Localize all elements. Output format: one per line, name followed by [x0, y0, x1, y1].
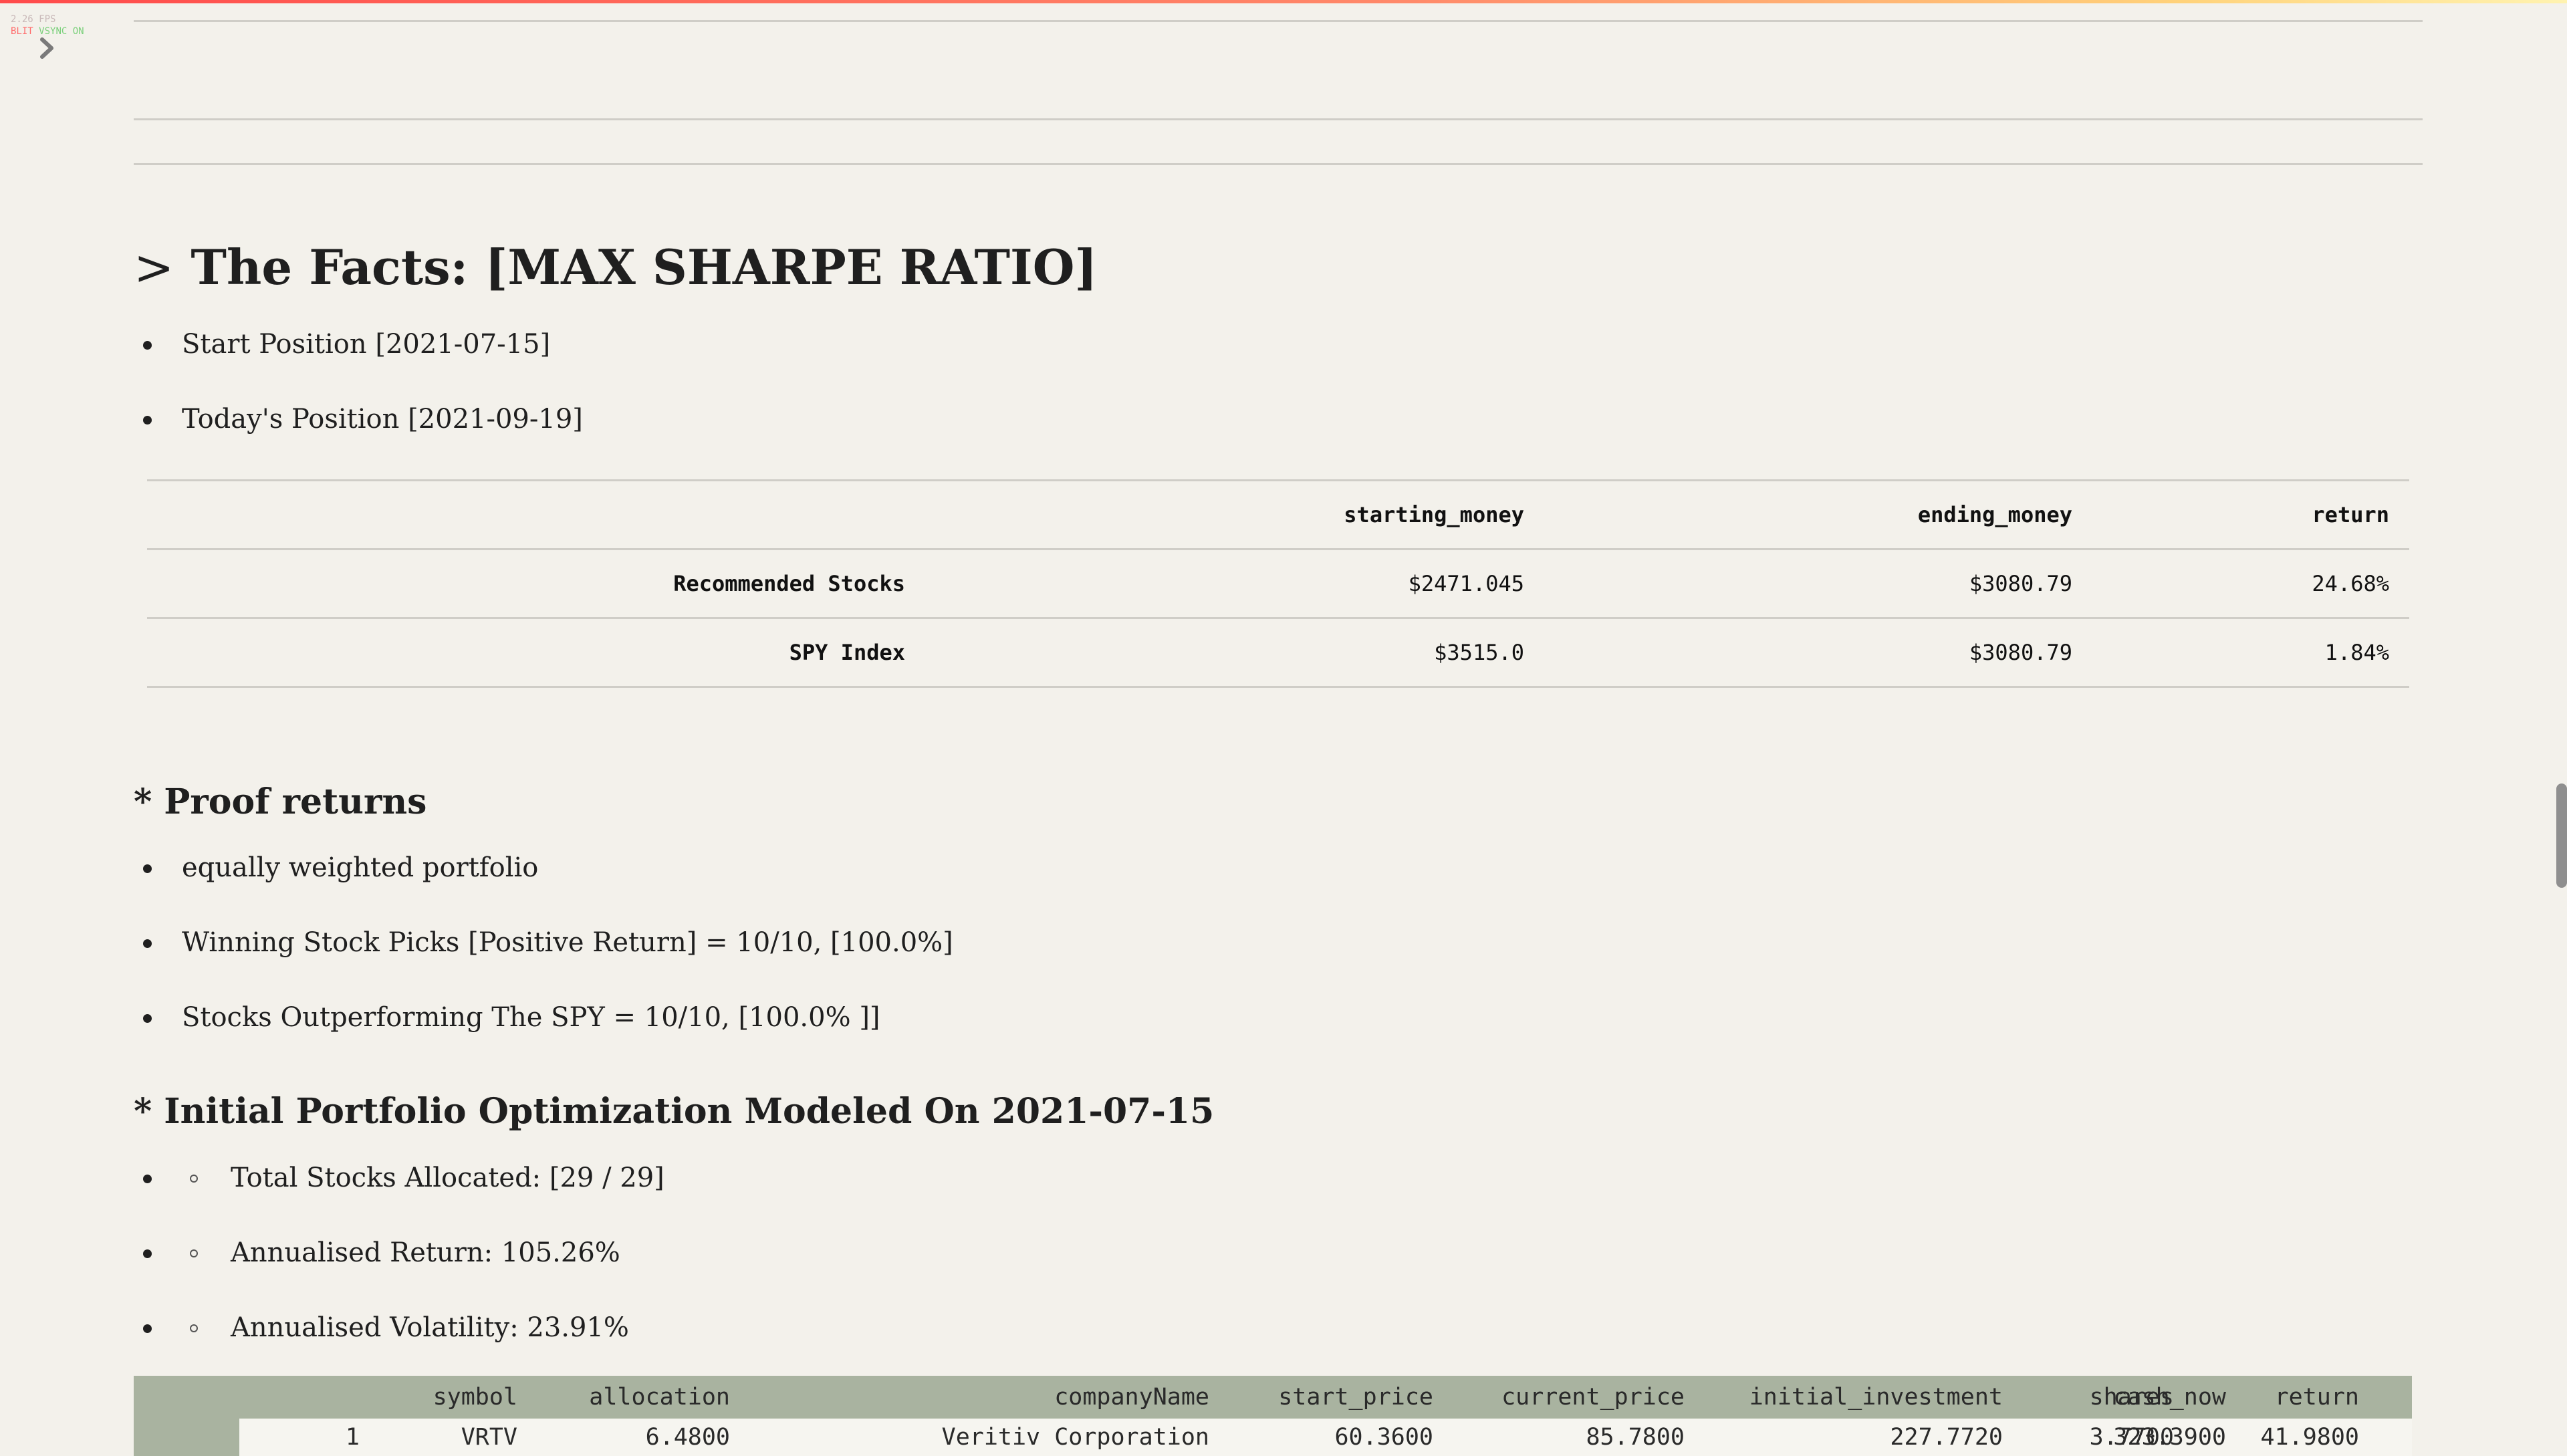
list-item: Today's Position [2021-09-19] — [134, 398, 583, 473]
table-cell[interactable]: 85.7800 — [1586, 1424, 1685, 1451]
dataframe-header: symbol allocation companyName start_pric… — [134, 1376, 2412, 1419]
heading-prefix: > — [134, 239, 174, 295]
circle-bullet-icon — [190, 1249, 198, 1257]
column-header[interactable]: start_price — [1278, 1384, 1433, 1411]
table-cell: $3080.79 — [1544, 618, 2092, 688]
table-cell[interactable]: VRTV — [461, 1424, 517, 1451]
list-item: Stocks Outperforming The SPY = 10/10, [1… — [134, 996, 953, 1071]
column-header[interactable]: cash_now — [2113, 1384, 2226, 1411]
optimization-bullet-list: Total Stocks Allocated: [29 / 29] Annual… — [134, 1157, 664, 1381]
row-label: SPY Index — [147, 618, 925, 688]
table-cell[interactable]: 323.3900 — [2113, 1424, 2226, 1451]
table-cell: $3515.0 — [925, 618, 1544, 688]
list-item-text: Annualised Volatility: 23.91% — [231, 1312, 629, 1343]
column-header: return — [2092, 479, 2409, 550]
top-accent-bar — [0, 0, 2567, 3]
list-item: Total Stocks Allocated: [29 / 29] — [134, 1157, 664, 1231]
column-header: ending_money — [1544, 479, 2092, 550]
fps-readout: 2.26 FPS — [11, 14, 56, 25]
table-row: SPY Index $3515.0 $3080.79 1.84% — [147, 618, 2409, 688]
list-item: Winning Stock Picks [Positive Return] = … — [134, 921, 953, 996]
row-index: 1 — [345, 1424, 360, 1451]
fps-overlay: 2.26 FPS BLIT VSYNC ON — [11, 13, 84, 37]
optimization-heading: * Initial Portfolio Optimization Modeled… — [134, 1091, 1215, 1132]
table-header-blank — [147, 479, 925, 550]
list-item: equally weighted portfolio — [134, 846, 953, 921]
circle-bullet-icon — [190, 1175, 198, 1183]
divider — [134, 20, 2423, 22]
list-item-text: Total Stocks Allocated: [29 / 29] — [231, 1163, 664, 1193]
portfolio-dataframe[interactable]: symbol allocation companyName start_pric… — [134, 1376, 2412, 1456]
sidebar-expand-button[interactable] — [33, 35, 60, 62]
table-cell: 1.84% — [2092, 618, 2409, 688]
table-cell[interactable]: 60.3600 — [1334, 1424, 1433, 1451]
heading-text: The Facts: [MAX SHARPE RATIO] — [191, 239, 1098, 295]
table-cell[interactable]: 227.7720 — [1890, 1424, 2003, 1451]
column-header[interactable]: return — [2275, 1384, 2359, 1411]
facts-heading: > The Facts: [MAX SHARPE RATIO] — [134, 235, 1098, 299]
list-item: Annualised Volatility: 23.91% — [134, 1306, 664, 1381]
proof-bullet-list: equally weighted portfolio Winning Stock… — [134, 846, 953, 1071]
row-label: Recommended Stocks — [147, 549, 925, 619]
dataframe-index-column — [134, 1419, 239, 1456]
circle-bullet-icon — [190, 1324, 198, 1332]
list-item: Start Position [2021-07-15] — [134, 323, 583, 398]
column-header: starting_money — [925, 479, 1544, 550]
table-cell[interactable]: 41.9800 — [2260, 1424, 2359, 1451]
facts-bullet-list: Start Position [2021-07-15] Today's Posi… — [134, 323, 583, 473]
table-cell[interactable]: 6.4800 — [646, 1424, 730, 1451]
table-header-row: starting_money ending_money return — [147, 479, 2409, 550]
divider — [134, 118, 2423, 120]
column-header[interactable]: allocation — [589, 1384, 730, 1411]
column-header[interactable]: initial_investment — [1749, 1384, 2003, 1411]
table-cell: $2471.045 — [925, 549, 1544, 619]
column-header[interactable]: current_price — [1501, 1384, 1685, 1411]
proof-returns-heading: * Proof returns — [134, 781, 427, 822]
table-cell: $3080.79 — [1544, 549, 2092, 619]
divider — [134, 163, 2423, 165]
list-item: Annualised Return: 105.26% — [134, 1231, 664, 1306]
table-cell: 24.68% — [2092, 549, 2409, 619]
column-header[interactable]: symbol — [433, 1384, 517, 1411]
table-cell[interactable]: Veritiv Corporation — [942, 1424, 1209, 1451]
chevron-right-icon — [40, 37, 53, 59]
blit-label: BLIT — [11, 26, 33, 37]
list-item-text: Annualised Return: 105.26% — [231, 1237, 620, 1268]
dataframe-body — [239, 1419, 2412, 1456]
column-header[interactable]: companyName — [1054, 1384, 1209, 1411]
table-row: Recommended Stocks $2471.045 $3080.79 24… — [147, 549, 2409, 619]
facts-table: starting_money ending_money return Recom… — [147, 479, 2409, 688]
page-scrollbar-thumb[interactable] — [2556, 783, 2567, 888]
